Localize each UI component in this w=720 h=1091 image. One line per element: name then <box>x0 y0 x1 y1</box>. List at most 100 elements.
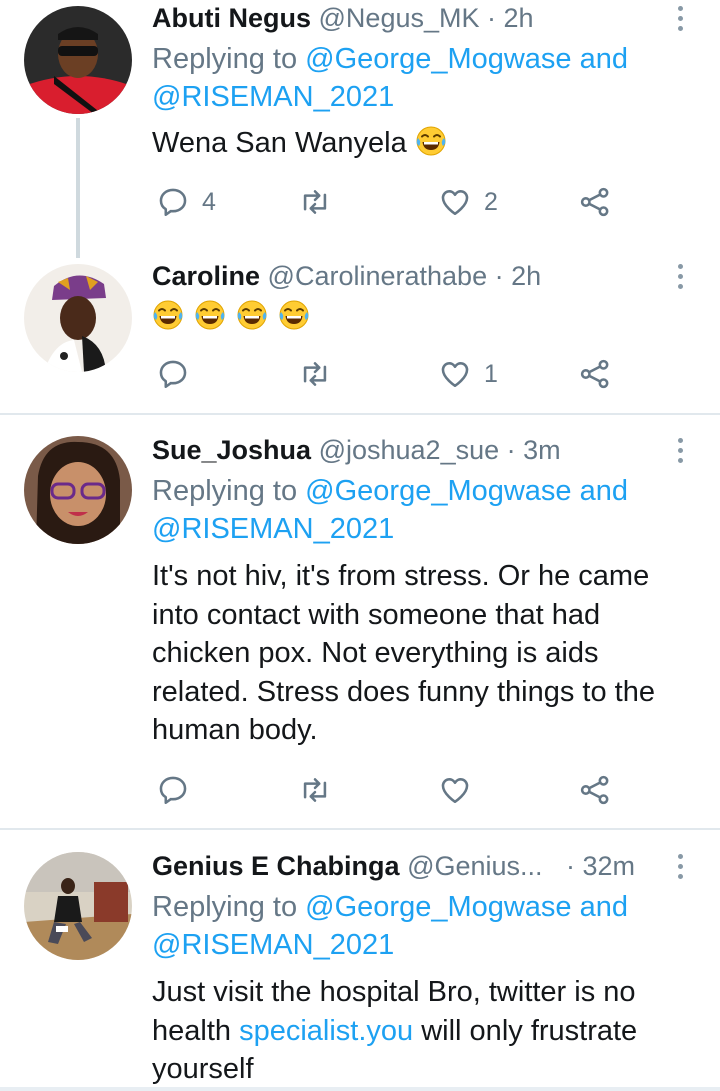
replying-to: Replying to @George_Mogwase and @RISEMAN… <box>152 40 628 116</box>
avatar[interactable] <box>24 852 132 960</box>
avatar-image <box>24 6 132 114</box>
user-handle[interactable]: @joshua2_sue <box>319 435 500 465</box>
tweet-header: Abuti Negus @Negus_MK · 2h <box>152 0 534 36</box>
thread-line <box>76 118 80 258</box>
divider <box>0 413 720 415</box>
retweet-icon <box>298 357 332 391</box>
timestamp[interactable]: 2h <box>511 261 541 291</box>
tweet-text-line: human body. <box>152 714 318 746</box>
display-name[interactable]: Sue_Joshua <box>152 435 311 465</box>
replying-to: Replying to @George_Mogwase and @RISEMAN… <box>152 888 628 964</box>
avatar[interactable] <box>24 264 132 372</box>
reply-button[interactable]: 4 <box>156 182 216 222</box>
share-button[interactable] <box>578 182 612 222</box>
tweet[interactable]: Sue_Joshua @joshua2_sue · 3m Replying to… <box>0 432 720 828</box>
tweet-text-line: related. Stress does funny things to the <box>152 675 655 708</box>
reply-icon <box>156 185 190 219</box>
reply-icon <box>156 357 190 391</box>
like-count: 2 <box>484 187 498 216</box>
face-with-tears-of-joy-icon <box>152 299 184 331</box>
heart-icon <box>438 357 472 391</box>
tweet-time: · 32m <box>566 848 635 884</box>
more-options-icon[interactable] <box>676 6 686 36</box>
reply-icon <box>156 773 190 807</box>
url-link[interactable]: specialist.you <box>239 1015 413 1047</box>
divider <box>0 828 720 830</box>
more-options-icon[interactable] <box>676 438 686 468</box>
face-with-tears-of-joy-icon <box>415 125 447 157</box>
tweet-text-line: yourself <box>152 1053 254 1085</box>
like-button[interactable] <box>438 770 472 810</box>
more-options-icon[interactable] <box>676 264 686 294</box>
user-handle[interactable]: @Negus_MK <box>319 3 480 33</box>
tweet-text-segment: will only frustrate <box>413 1014 638 1047</box>
retweet-button[interactable] <box>298 770 332 810</box>
tweet-text-line: It's not hiv, it's from stress. Or he ca… <box>152 560 650 592</box>
tweet-text-content: Wena San Wanyela <box>152 127 407 159</box>
share-icon <box>578 357 612 391</box>
tweet-text-line: health specialist.you will only frustrat… <box>152 1012 692 1051</box>
retweet-icon <box>298 185 332 219</box>
tweet[interactable]: Abuti Negus @Negus_MK · 2h Replying to @… <box>0 0 720 260</box>
mention-link[interactable]: @RISEMAN_2021 <box>152 926 628 964</box>
display-name[interactable]: Caroline <box>152 261 260 291</box>
like-button[interactable]: 2 <box>438 182 498 222</box>
tweet-header: Sue_Joshua @joshua2_sue · 3m <box>152 432 561 468</box>
mention-link[interactable]: @George_Mogwase and <box>305 475 628 507</box>
user-handle[interactable]: @Carolinerathabe <box>268 261 488 291</box>
display-name[interactable]: Genius E Chabinga <box>152 851 400 881</box>
heart-icon <box>438 185 472 219</box>
bottom-divider <box>0 1087 720 1091</box>
tweet-text <box>152 298 692 337</box>
avatar[interactable] <box>24 436 132 544</box>
tweet-text-segment: health <box>152 1014 240 1047</box>
tweet-text: Wena San Wanyela <box>152 124 692 163</box>
timestamp[interactable]: 2h <box>504 3 534 33</box>
share-icon <box>578 773 612 807</box>
avatar-image <box>24 264 132 372</box>
face-with-tears-of-joy-icon <box>278 299 310 331</box>
retweet-icon <box>298 773 332 807</box>
replying-to: Replying to @George_Mogwase and @RISEMAN… <box>152 472 628 548</box>
tweet-text: Just visit the hospital Bro, twitter is … <box>152 973 692 1089</box>
tweet-text-line: chicken pox. Not everything is aids <box>152 637 599 669</box>
avatar[interactable] <box>24 6 132 114</box>
user-handle[interactable]: @Genius... <box>407 851 542 881</box>
face-with-tears-of-joy-icon <box>194 299 226 331</box>
face-with-tears-of-joy-icon <box>236 299 268 331</box>
share-button[interactable] <box>578 770 612 810</box>
tweet-text-line: into contact with someone that had <box>152 598 601 631</box>
timestamp[interactable]: 3m <box>523 435 561 465</box>
reply-button[interactable] <box>156 354 190 394</box>
mention-link[interactable]: @RISEMAN_2021 <box>152 78 628 116</box>
tweet-text: It's not hiv, it's from stress. Or he ca… <box>152 557 692 750</box>
timestamp[interactable]: 32m <box>583 851 636 881</box>
heart-icon <box>438 773 472 807</box>
separator: · <box>494 261 504 291</box>
replying-label: Replying to <box>152 891 298 923</box>
replying-label: Replying to <box>152 43 298 75</box>
replying-label: Replying to <box>152 475 298 507</box>
tweet[interactable]: Caroline @Carolinerathabe · 2h 1 <box>0 258 720 414</box>
separator: · <box>506 435 516 465</box>
mention-link[interactable]: @RISEMAN_2021 <box>152 510 628 548</box>
share-button[interactable] <box>578 354 612 394</box>
retweet-button[interactable] <box>298 354 332 394</box>
reply-button[interactable] <box>156 770 190 810</box>
separator: · <box>566 851 575 881</box>
tweet[interactable]: Genius E Chabinga @Genius... · 32m Reply… <box>0 848 720 1091</box>
like-button[interactable]: 1 <box>438 354 498 394</box>
retweet-button[interactable] <box>298 182 332 222</box>
tweet-header: Genius E Chabinga @Genius... <box>152 848 543 884</box>
mention-link[interactable]: @George_Mogwase and <box>305 891 628 923</box>
share-icon <box>578 185 612 219</box>
avatar-image <box>24 852 132 960</box>
separator: · <box>487 3 497 33</box>
more-options-icon[interactable] <box>676 854 686 884</box>
display-name[interactable]: Abuti Negus <box>152 3 311 33</box>
tweet-header: Caroline @Carolinerathabe · 2h <box>152 258 541 294</box>
like-count: 1 <box>484 359 498 388</box>
mention-link[interactable]: @George_Mogwase and <box>305 43 628 75</box>
reply-count: 4 <box>202 187 216 216</box>
avatar-image <box>24 436 132 544</box>
